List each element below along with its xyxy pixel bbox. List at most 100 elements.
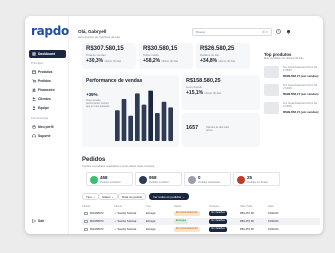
- status-badge: Em processamento: [174, 211, 200, 216]
- details-button[interactable]: Ver detalhes: [209, 227, 227, 232]
- row-checkbox[interactable]: [84, 219, 88, 223]
- order-total: R$1.257,90: [240, 227, 254, 231]
- kpi-card-clientes: 1657 Clientes de alto valor ativos: [182, 113, 260, 147]
- filter-data[interactable]: Data do pedido: [118, 193, 147, 200]
- sidebar-item-label: Produtos: [38, 70, 53, 74]
- stat-pedidos-recebidos: 458 Pedidos recebidos: [86, 172, 133, 186]
- stat-label: Pedidos recebidos: [100, 181, 121, 184]
- sales-bar-chart: [115, 81, 173, 141]
- chart-bar: [168, 107, 173, 141]
- stat-label: Pedidos em atraso: [247, 181, 268, 184]
- sidebar-item-suporte[interactable]: Suporte: [29, 132, 66, 140]
- sidebar-item-label: Meu perfil: [38, 125, 54, 129]
- kpi-card-ticket-medio: R$30.580,15 Ticket médio +58,2% últimos …: [139, 43, 193, 69]
- stat-pedidos-cancelados: 0 Pedidos cancelados: [184, 172, 231, 186]
- bell-icon[interactable]: [286, 29, 291, 34]
- user-icon: [32, 125, 36, 129]
- top-product-item[interactable]: Tex Copa Passinal 2.0mm No. 2 SD36 R$99.…: [264, 83, 320, 97]
- top-product-item[interactable]: Tex Copa Passinal 2.0mm No. 2 SD36 R$99.…: [264, 65, 320, 79]
- page-title: Olá, Gabryell: [78, 29, 107, 34]
- orders-subtitle: Confira os pedidos realizados e seus sta…: [82, 164, 155, 168]
- dashboard-icon: [32, 52, 36, 56]
- sidebar-section-principal: Principal: [31, 61, 43, 65]
- sidebar-item-label: Pedidos: [38, 79, 51, 83]
- details-button[interactable]: Ver detalhes: [209, 211, 227, 216]
- sidebar-item-label: Suporte: [38, 134, 51, 138]
- help-icon[interactable]: ?: [276, 29, 281, 34]
- stat-indicator: [90, 176, 98, 184]
- column-header: Cliente: [114, 205, 123, 208]
- column-header: Data: [268, 205, 274, 208]
- sidebar-item-dashboard[interactable]: Dashboard: [29, 50, 66, 58]
- kpi-delta: +34,8% últimos 30 dias: [200, 58, 236, 64]
- kpi-label: Total de vendas: [86, 53, 106, 57]
- product-name: Tex Copa Passinal 2.0mm No. 2 SD36: [283, 66, 318, 72]
- logout-button[interactable]: Sair: [29, 217, 66, 225]
- row-checkbox[interactable]: [84, 227, 88, 231]
- performance-card: Performance de vendas +39% Suas vendas p…: [82, 75, 179, 147]
- kpi-card-pedidos-dia: R$26.580,25 Pedidos do dia +34,8% último…: [196, 43, 250, 69]
- view-all-orders-button[interactable]: Ver todos os pedidos →: [149, 193, 189, 200]
- stat-pedidos-atraso: 25 Pedidos em atraso: [233, 172, 280, 186]
- filter-status[interactable]: Status ⌄: [98, 193, 118, 200]
- kpi-card-total-vendas: R$307.580,15 Total de vendas +30,3% últi…: [82, 43, 136, 69]
- kpi-value: R$26.580,25: [200, 46, 235, 52]
- top-product-item[interactable]: Tex Copa Passinal 2.0mm No. 2 SD36 R$99.…: [264, 101, 320, 115]
- users-icon: [32, 97, 36, 101]
- search-placeholder: Buscar: [196, 30, 206, 34]
- order-date: 15/02/24: [268, 219, 279, 223]
- stat-value: 25: [247, 175, 253, 180]
- order-client: ☺ Sandro Sobrual: [114, 227, 137, 231]
- sidebar-item-meu-perfil[interactable]: Meu perfil: [29, 123, 66, 131]
- kpi-value: R$30.580,15: [143, 46, 178, 52]
- sidebar-item-equipe[interactable]: Equipe: [29, 104, 66, 112]
- chart-bar: [155, 113, 160, 141]
- order-total: R$1.257,90: [240, 219, 254, 223]
- product-thumbnail: [264, 84, 279, 96]
- sidebar-item-financeiro[interactable]: Financeiro: [29, 86, 66, 94]
- app-logo: rapdo: [31, 24, 69, 38]
- kpi-value: R$158.580,25: [186, 78, 221, 84]
- kpi-value: R$307.580,15: [86, 46, 124, 52]
- column-header: Tipo: [146, 205, 151, 208]
- column-header: Produtos: [209, 205, 220, 208]
- stat-indicator: [139, 176, 147, 184]
- product-sales: R$99.658,74 (em vendas): [283, 92, 319, 96]
- sidebar-item-clientes[interactable]: Clientes: [29, 95, 66, 103]
- table-row[interactable]: #00158973 ☺ Sandro Sobrual Entrega Entre…: [82, 218, 320, 225]
- sidebar-item-label: Financeiro: [38, 88, 55, 92]
- order-client: ☺ Sandro Sobrual: [114, 211, 137, 215]
- table-row[interactable]: #00158973 ☺ Sandro Sobrual Entrega Em pr…: [82, 226, 320, 233]
- order-id: #00158973: [90, 211, 104, 215]
- performance-description: Suas vendas performaram melhor que no mê…: [86, 99, 110, 108]
- sidebar-item-pedidos[interactable]: Pedidos: [29, 77, 66, 85]
- status-badge: Em processamento: [174, 227, 200, 232]
- stat-indicator: [188, 176, 196, 184]
- cart-icon: [32, 79, 36, 83]
- bank-icon: [32, 88, 36, 92]
- order-type: Entrega: [146, 227, 156, 231]
- team-icon: [32, 106, 36, 110]
- orders-title: Pedidos: [82, 157, 106, 163]
- kpi-card-lucro: R$158.580,25 Lucro líquido +15,1% último…: [182, 75, 260, 110]
- product-name: Tex Copa Passinal 2.0mm No. 2 SD36: [283, 102, 318, 108]
- stat-pedidos-enviados: 958 Pedidos enviados: [135, 172, 182, 186]
- search-input[interactable]: Buscar ⌘ K: [192, 28, 272, 36]
- sidebar-item-label: Clientes: [38, 97, 51, 101]
- table-row[interactable]: #00158973 ☺ Sandro Sobrual Entrega Em pr…: [82, 210, 320, 217]
- kpi-note: Clientes de alto valor ativos: [206, 126, 230, 132]
- row-checkbox[interactable]: [84, 211, 88, 215]
- sidebar-item-produtos[interactable]: Produtos: [29, 68, 66, 76]
- status-badge: Entregue: [174, 219, 189, 224]
- kpi-label: Pedidos do dia: [200, 53, 219, 57]
- chart-bar: [148, 90, 153, 141]
- box-icon: [32, 70, 36, 74]
- order-date: 15/02/24: [268, 227, 279, 231]
- order-total: R$1.257,90: [240, 211, 254, 215]
- order-type: Entrega: [146, 211, 156, 215]
- kpi-label: Lucro líquido: [186, 85, 203, 89]
- details-button[interactable]: Ver detalhes: [209, 219, 227, 224]
- order-type: Entrega: [146, 219, 156, 223]
- column-header: Valor Total: [240, 205, 253, 208]
- filter-tipo[interactable]: Tipo ⌄: [82, 193, 100, 200]
